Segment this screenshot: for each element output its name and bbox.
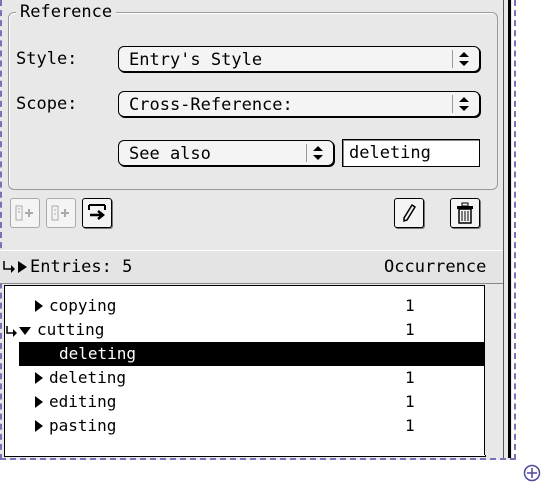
palette-resize-bar[interactable] xyxy=(508,0,511,458)
occurrence-column-header[interactable]: Occurrence xyxy=(384,251,486,283)
hook-arrow-icon xyxy=(6,326,17,337)
entry-occurrence: 1 xyxy=(405,392,415,411)
cross-reference-button[interactable] xyxy=(82,198,112,228)
scope-label: Scope: xyxy=(16,94,78,114)
disclosure-triangle-icon[interactable] xyxy=(35,396,43,408)
entries-header: Entries: 5 Occurrence xyxy=(0,250,503,284)
list-item[interactable]: cutting 1 xyxy=(5,318,485,342)
entry-text: cutting xyxy=(37,320,105,339)
list-item[interactable]: copying 1 xyxy=(5,294,485,318)
dashed-border-right xyxy=(514,0,516,460)
updown-arrows-icon xyxy=(306,144,329,162)
entry-occurrence: 1 xyxy=(405,416,415,435)
list-item[interactable]: editing 1 xyxy=(5,390,485,414)
add-entry-button[interactable] xyxy=(10,198,40,228)
disclosure-triangle-icon[interactable] xyxy=(35,420,43,432)
entry-text: pasting xyxy=(49,416,117,435)
add-subentry-icon xyxy=(51,205,69,221)
vertical-scrollbar[interactable] xyxy=(484,285,503,455)
pencil-icon xyxy=(403,203,417,223)
dashed-border-bottom xyxy=(0,458,516,460)
style-popup[interactable]: Entry's Style xyxy=(118,46,480,72)
list-item[interactable]: deleting 1 xyxy=(5,366,485,390)
entry-occurrence: 1 xyxy=(405,296,415,315)
disclosure-triangle-icon[interactable] xyxy=(35,300,43,312)
trash-icon xyxy=(457,202,473,224)
list-item-selected[interactable]: deleting xyxy=(19,342,485,366)
style-popup-value: Entry's Style xyxy=(129,50,263,70)
disclosure-triangle-open-icon[interactable] xyxy=(19,327,31,335)
dashed-border-left xyxy=(0,0,2,460)
entry-text: deleting xyxy=(59,344,137,363)
scope-popup-value: Cross-Reference: xyxy=(129,95,293,115)
updown-arrows-icon xyxy=(452,95,475,113)
disclosure-triangle-icon[interactable] xyxy=(35,372,43,384)
hook-arrow-icon xyxy=(3,261,15,273)
entry-text: editing xyxy=(49,392,117,411)
entry-occurrence: 1 xyxy=(405,320,415,339)
entry-text: copying xyxy=(49,296,117,315)
entries-count: Entries: 5 xyxy=(30,257,133,277)
scope-popup[interactable]: Cross-Reference: xyxy=(118,91,480,117)
palette-edge-line xyxy=(503,0,504,458)
style-label: Style: xyxy=(16,49,78,69)
entry-text: deleting xyxy=(49,368,127,387)
updown-arrows-icon xyxy=(452,50,475,68)
cross-reference-icon xyxy=(88,204,106,220)
xref-type-value: See also xyxy=(129,144,211,164)
plus-cursor-icon xyxy=(523,464,541,482)
delete-button[interactable] xyxy=(450,198,480,228)
edit-button[interactable] xyxy=(394,198,424,228)
add-subentry-button[interactable] xyxy=(46,198,76,228)
list-item[interactable]: pasting 1 xyxy=(5,414,485,438)
entries-list[interactable]: copying 1 cutting 1 deleting deleting 1 … xyxy=(4,285,486,457)
collapse-all-triangle-icon[interactable] xyxy=(18,261,27,273)
xref-target-field[interactable]: deleting xyxy=(342,139,480,167)
add-entry-icon xyxy=(15,205,33,221)
entry-occurrence: 1 xyxy=(405,368,415,387)
reference-group-title: Reference xyxy=(16,2,117,22)
xref-type-popup[interactable]: See also xyxy=(118,140,334,166)
